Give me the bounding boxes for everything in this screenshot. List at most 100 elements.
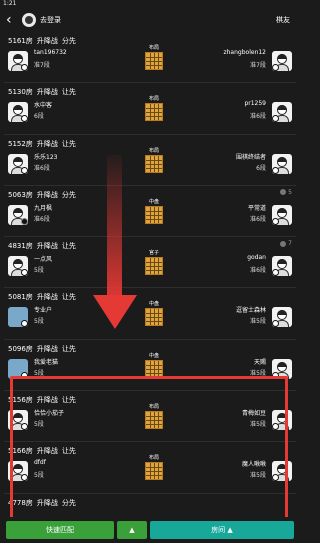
spectator-count: 7 xyxy=(280,240,292,247)
room-row[interactable]: 5096房 升降战 让先 我爱老猫 5段 天赐 准5段 中盘 xyxy=(4,340,296,392)
room-rule: 让先 xyxy=(61,293,76,302)
player-right: 围棋终结者 6段 xyxy=(172,150,292,180)
player-rank: 准5段 xyxy=(250,421,266,429)
status-bar: 1:21 xyxy=(0,0,300,8)
quick-match-button[interactable]: 快速匹配 xyxy=(6,521,114,539)
person-icon xyxy=(280,189,287,196)
player-right: 平常道准6段 xyxy=(172,201,292,231)
player-rank: 准6段 xyxy=(250,267,266,275)
room-id: 5152房 xyxy=(8,139,33,148)
room-mode: 升降战 xyxy=(36,139,58,148)
room-row[interactable]: 5166房 升降战 让先 dfdf 5段 魔人啾啾 准5段 布局 xyxy=(4,442,296,494)
go-board-icon xyxy=(145,411,163,430)
app-header: ‹ 去登录 棋友 xyxy=(0,8,300,32)
black-stone-icon xyxy=(21,217,28,225)
player-name: zhangbolen12 xyxy=(223,49,266,56)
room-mode: 升降战 xyxy=(36,293,58,302)
player-name: 九月枫 xyxy=(34,204,53,212)
player-name: dfdf xyxy=(34,459,46,467)
room-id: 5063房 xyxy=(8,190,33,199)
player-name: godan xyxy=(247,254,266,262)
game-phase-label: 中盘 xyxy=(148,352,159,359)
player-name: tan196732 xyxy=(34,49,67,56)
room-rule: 分先 xyxy=(61,498,76,507)
room-title: 4778房 升降战 分先 xyxy=(8,498,80,508)
player-name: 恰恰小茄子 xyxy=(34,410,65,418)
player-rank: 准6段 xyxy=(34,164,50,172)
room-title: 5152房 升降战 让先 xyxy=(8,139,80,149)
room-id: 4831房 xyxy=(8,242,33,251)
room-button[interactable]: 房间 ▲ xyxy=(150,521,294,539)
room-mode: 升降战 xyxy=(36,396,58,405)
friends-button[interactable]: 棋友 xyxy=(276,15,290,25)
room-row[interactable]: 5063房 升降战 分先 5 九月枫 准6段 平常道 准6段 中盘 xyxy=(4,186,296,238)
room-rule: 让先 xyxy=(61,88,76,97)
room-mode: 升降战 xyxy=(36,37,58,45)
room-id: 5166房 xyxy=(8,447,33,456)
player-name: 围棋终结者 xyxy=(235,153,266,161)
game-phase-label: 中盘 xyxy=(148,301,159,308)
person-icon xyxy=(280,240,287,247)
back-arrow-icon[interactable]: ‹ xyxy=(6,12,20,28)
player-rank: 6段 xyxy=(34,113,44,121)
room-title: 5063房 升降战 分先 xyxy=(8,190,80,200)
room-row[interactable]: 5152房 升降战 让先 乐乐123 准6段 围棋终结者 6段 布局 xyxy=(4,135,296,186)
player-left: 我爱老猫 5段 xyxy=(8,355,128,385)
room-mode: 升降战 xyxy=(36,447,58,456)
player-rank: 准7段 xyxy=(34,62,50,69)
room-id: 5096房 xyxy=(8,344,33,353)
room-mode: 升降战 xyxy=(36,498,58,507)
white-stone-icon xyxy=(272,217,279,225)
player-rank: 准5段 xyxy=(250,472,266,480)
room-id: 5161房 xyxy=(8,37,33,45)
bottom-bar: 快速匹配 ▲ 房间 ▲ xyxy=(0,517,300,543)
player-rank: 准7段 xyxy=(250,62,266,69)
player-name: 平常道 xyxy=(247,204,266,212)
room-row[interactable]: 5156房 升降战 让先 恰恰小茄子 5段 青梅如豆 准5段 布局 xyxy=(4,391,296,443)
white-stone-icon xyxy=(272,371,279,379)
white-stone-icon xyxy=(21,371,28,379)
game-phase-label: 布局 xyxy=(148,147,159,154)
room-rule: 分先 xyxy=(61,190,76,199)
room-rule: 让先 xyxy=(61,447,76,456)
room-row[interactable]: 4778房 升降战 分先 xyxy=(4,494,296,517)
login-link[interactable]: 去登录 xyxy=(40,15,61,25)
white-stone-icon xyxy=(272,166,279,174)
room-title: 5096房 升降战 让先 xyxy=(8,344,80,354)
player-left: tan196732 准7段 xyxy=(8,47,128,77)
room-row[interactable]: 4831房 升降战 让先 7 一点风 5段 godan 准6段 官子 xyxy=(4,237,296,289)
player-left: dfdf 5段 xyxy=(8,457,128,487)
game-phase-label: 布局 xyxy=(148,455,159,462)
room-row[interactable]: 5081房 升降战 让先 专业户 5段 逗留士森林 准5段 中盘 xyxy=(4,288,296,340)
player-rank: 准5段 xyxy=(250,369,266,377)
player-rank: 5段 xyxy=(34,421,44,429)
avatar[interactable] xyxy=(22,13,36,27)
white-stone-icon xyxy=(272,64,279,71)
spectator-count: 5 xyxy=(280,189,292,196)
quick-match-expand-button[interactable]: ▲ xyxy=(117,521,147,539)
down-arrow-annotation xyxy=(107,155,122,305)
player-rank: 5段 xyxy=(34,267,44,275)
room-row[interactable]: 5130房 升降战 让先 水中客 6段 pr1259 准6段 布局 xyxy=(4,83,296,135)
go-board-icon xyxy=(145,205,163,224)
player-right: 天赐 准5段 xyxy=(172,355,292,385)
white-stone-icon xyxy=(21,320,28,328)
go-board-icon xyxy=(145,359,163,378)
white-stone-icon xyxy=(21,64,28,71)
room-list[interactable]: 5161房 升降战 分先 tan196732 准7段 zhangbolen12 准7段 布局 5… xyxy=(0,32,300,517)
player-name: pr1259 xyxy=(244,100,266,108)
game-phase-label: 布局 xyxy=(148,45,159,51)
player-name: 我爱老猫 xyxy=(34,358,59,366)
room-rule: 让先 xyxy=(61,396,76,405)
player-rank: 5段 xyxy=(34,318,44,326)
down-arrow-head-icon xyxy=(93,295,137,329)
spectator-count-value: 7 xyxy=(288,240,292,248)
player-right: zhangbolen12 准7段 xyxy=(172,47,292,77)
room-row[interactable]: 5161房 升降战 分先 tan196732 准7段 zhangbolen12 准7段 布局 xyxy=(4,32,296,84)
room-id: 5130房 xyxy=(8,88,33,97)
player-name: 青梅如豆 xyxy=(241,410,266,418)
go-board-icon xyxy=(145,52,163,70)
player-right: pr1259 准6段 xyxy=(172,98,292,128)
player-rank: 准6段 xyxy=(250,215,266,223)
room-mode: 升降战 xyxy=(36,344,58,353)
